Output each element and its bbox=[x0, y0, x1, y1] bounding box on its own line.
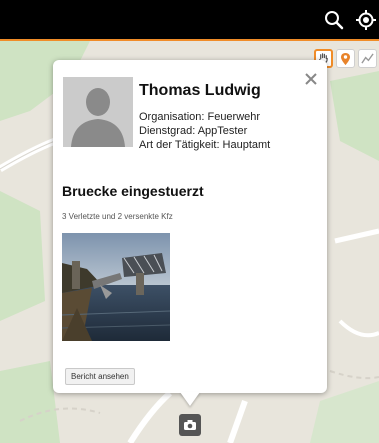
line-tool-button[interactable] bbox=[358, 49, 377, 68]
organisation-text: Organisation: Feuerwehr bbox=[139, 111, 261, 123]
report-popup: Thomas Ludwig Organisation: Feuerwehr Di… bbox=[53, 60, 327, 393]
pin-tool-icon bbox=[341, 52, 350, 65]
line-tool-icon bbox=[361, 53, 374, 64]
pin-tool-button[interactable] bbox=[336, 49, 355, 68]
report-summary: 3 Verletzte und 2 versenkte Kfz bbox=[62, 212, 173, 221]
camera-icon bbox=[184, 420, 196, 430]
user-silhouette-icon bbox=[63, 77, 133, 147]
app-header bbox=[0, 0, 379, 41]
report-photo[interactable] bbox=[62, 233, 170, 341]
rank-text: Dienstgrad: AppTester bbox=[139, 125, 248, 137]
collapsed-bridge-photo bbox=[62, 233, 170, 341]
search-icon[interactable] bbox=[323, 9, 345, 31]
report-title: Bruecke eingestuerzt bbox=[62, 183, 204, 199]
view-report-button[interactable]: Bericht ansehen bbox=[65, 368, 135, 385]
user-name: Thomas Ludwig bbox=[139, 82, 261, 99]
popup-pointer bbox=[180, 392, 200, 406]
report-map-marker[interactable] bbox=[179, 414, 201, 436]
locate-icon[interactable] bbox=[355, 9, 377, 31]
avatar bbox=[63, 77, 133, 147]
close-icon[interactable] bbox=[305, 73, 317, 85]
activity-text: Art der Tätigkeit: Hauptamt bbox=[139, 139, 271, 151]
